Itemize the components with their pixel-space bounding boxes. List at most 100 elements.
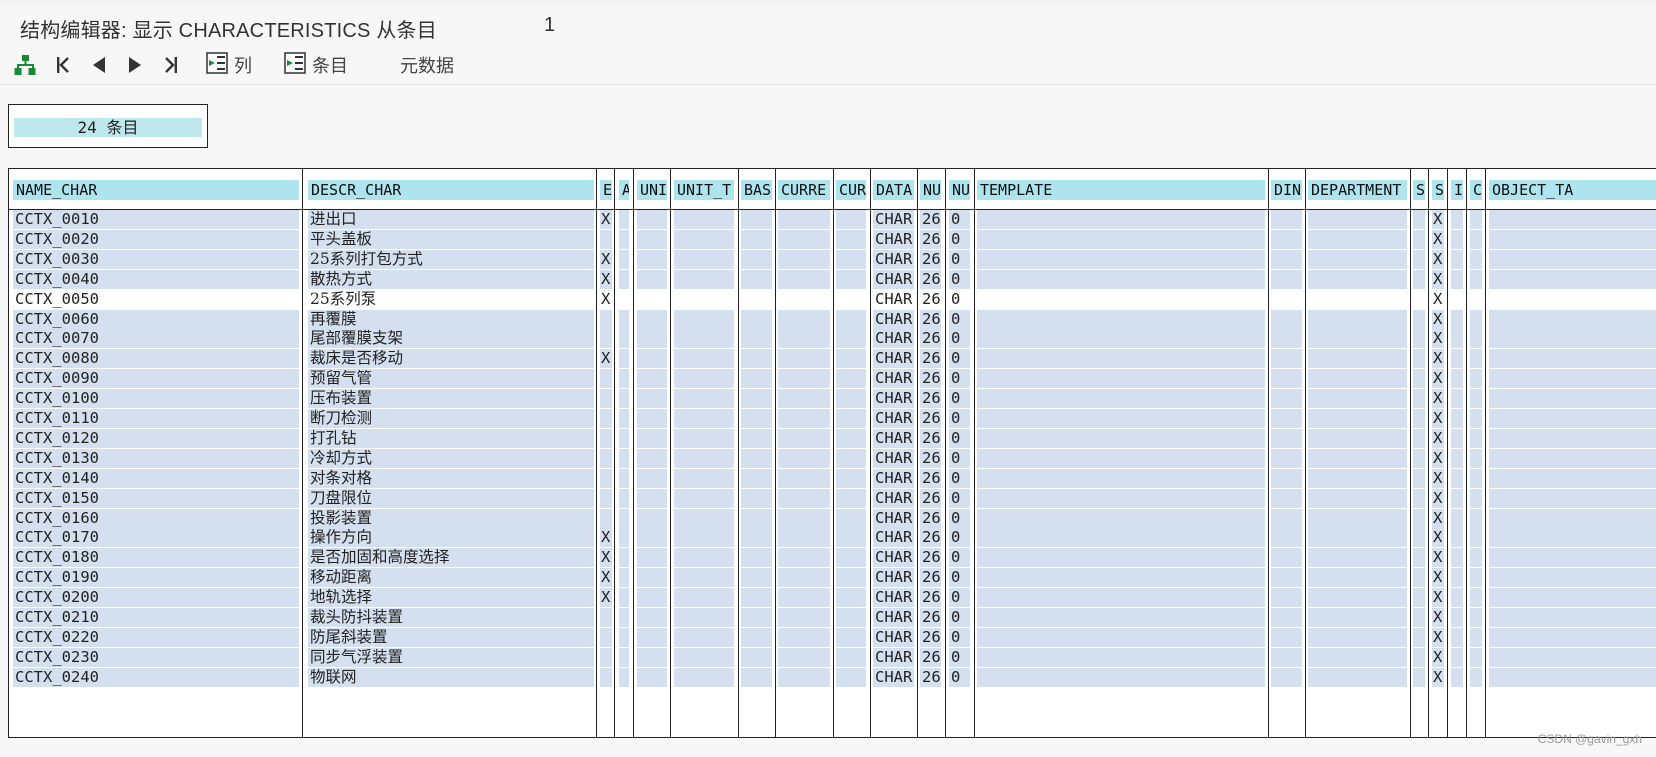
table-cell[interactable] bbox=[1470, 548, 1482, 568]
table-cell[interactable]: X bbox=[600, 249, 612, 269]
table-cell[interactable]: 26 bbox=[920, 349, 941, 369]
column-header[interactable]: TEMPLATE bbox=[977, 180, 1265, 200]
table-cell[interactable] bbox=[1489, 249, 1656, 269]
table-cell[interactable] bbox=[778, 269, 830, 289]
table-cell[interactable]: X bbox=[1432, 289, 1444, 309]
table-cell[interactable] bbox=[600, 468, 612, 488]
table-cell[interactable] bbox=[1271, 329, 1302, 349]
table-cell[interactable] bbox=[778, 667, 830, 687]
table-cell[interactable]: 0 bbox=[949, 428, 970, 448]
column-header[interactable]: S bbox=[1413, 180, 1425, 200]
table-cell[interactable] bbox=[1308, 309, 1407, 329]
table-cell[interactable] bbox=[836, 627, 866, 647]
table-cell[interactable] bbox=[836, 428, 866, 448]
table-cell[interactable]: X bbox=[1432, 428, 1444, 448]
table-cell[interactable] bbox=[1451, 508, 1463, 528]
table-cell[interactable] bbox=[836, 249, 866, 269]
table-cell[interactable]: 0 bbox=[949, 468, 970, 488]
table-cell[interactable] bbox=[1489, 647, 1656, 667]
table-cell[interactable] bbox=[1451, 249, 1463, 269]
table-cell[interactable] bbox=[619, 249, 629, 269]
table-cell[interactable] bbox=[836, 568, 866, 588]
table-cell[interactable]: X bbox=[600, 528, 612, 548]
table-cell[interactable] bbox=[1470, 389, 1482, 409]
table-cell[interactable]: CCTX_0020 bbox=[13, 229, 299, 249]
table-cell[interactable]: X bbox=[1432, 588, 1444, 608]
table-cell[interactable] bbox=[1271, 249, 1302, 269]
table-cell[interactable] bbox=[836, 528, 866, 548]
table-cell[interactable] bbox=[1271, 548, 1302, 568]
table-cell[interactable] bbox=[741, 428, 772, 448]
table-cell[interactable]: 压布装置 bbox=[308, 389, 594, 409]
table-cell[interactable] bbox=[1308, 508, 1407, 528]
table-cell[interactable] bbox=[741, 289, 772, 309]
table-cell[interactable]: 26 bbox=[920, 647, 941, 667]
table-cell[interactable] bbox=[1451, 409, 1463, 428]
table-cell[interactable] bbox=[977, 468, 1265, 488]
table-cell[interactable] bbox=[600, 508, 612, 528]
table-cell[interactable]: 0 bbox=[949, 488, 970, 508]
table-cell[interactable] bbox=[1271, 289, 1302, 309]
table-cell[interactable]: X bbox=[1432, 229, 1444, 249]
table-cell[interactable] bbox=[778, 309, 830, 329]
table-cell[interactable] bbox=[977, 627, 1265, 647]
table-cell[interactable] bbox=[1470, 349, 1482, 369]
table-cell[interactable] bbox=[836, 667, 866, 687]
table-cell[interactable]: 26 bbox=[920, 269, 941, 289]
table-cell[interactable] bbox=[1413, 667, 1425, 687]
table-cell[interactable]: 0 bbox=[949, 249, 970, 269]
table-cell[interactable]: 0 bbox=[949, 647, 970, 667]
column-header[interactable]: UNIT_T bbox=[674, 180, 734, 200]
table-cell[interactable] bbox=[836, 389, 866, 409]
table-cell[interactable] bbox=[778, 488, 830, 508]
table-cell[interactable] bbox=[619, 329, 629, 349]
table-cell[interactable] bbox=[1451, 568, 1463, 588]
table-cell[interactable] bbox=[977, 210, 1265, 229]
table-row[interactable]: CCTX_0220 防尾斜装置 CHAR 26 0 X bbox=[0, 627, 1656, 648]
table-cell[interactable]: CCTX_0170 bbox=[13, 528, 299, 548]
table-cell[interactable] bbox=[778, 369, 830, 389]
column-header[interactable]: C bbox=[1470, 180, 1482, 200]
table-cell[interactable]: 断刀检测 bbox=[308, 409, 594, 428]
table-cell[interactable] bbox=[1470, 229, 1482, 249]
table-cell[interactable] bbox=[619, 588, 629, 608]
table-cell[interactable] bbox=[674, 647, 734, 667]
table-cell[interactable] bbox=[619, 309, 629, 329]
table-cell[interactable] bbox=[778, 289, 830, 309]
table-row[interactable]: CCTX_0130 冷却方式 CHAR 26 0 X bbox=[0, 448, 1656, 469]
table-cell[interactable] bbox=[1271, 508, 1302, 528]
table-cell[interactable]: 尾部覆膜支架 bbox=[308, 329, 594, 349]
table-cell[interactable]: 投影装置 bbox=[308, 508, 594, 528]
table-cell[interactable] bbox=[977, 269, 1265, 289]
table-row[interactable]: CCTX_0210 裁头防抖装置 CHAR 26 0 X bbox=[0, 607, 1656, 628]
table-cell[interactable] bbox=[1470, 329, 1482, 349]
table-cell[interactable] bbox=[1451, 588, 1463, 608]
table-cell[interactable] bbox=[1470, 627, 1482, 647]
table-cell[interactable] bbox=[674, 229, 734, 249]
table-cell[interactable]: 0 bbox=[949, 389, 970, 409]
table-cell[interactable] bbox=[1451, 528, 1463, 548]
table-cell[interactable] bbox=[674, 329, 734, 349]
table-cell[interactable] bbox=[674, 488, 734, 508]
table-cell[interactable] bbox=[836, 210, 866, 229]
table-cell[interactable] bbox=[778, 210, 830, 229]
table-cell[interactable]: X bbox=[1432, 249, 1444, 269]
table-cell[interactable] bbox=[637, 409, 667, 428]
table-cell[interactable]: X bbox=[1432, 309, 1444, 329]
column-header[interactable]: NAME_CHAR bbox=[13, 180, 299, 200]
table-row[interactable]: CCTX_0060 再覆膜 CHAR 26 0 X bbox=[0, 309, 1656, 330]
table-cell[interactable]: 0 bbox=[949, 329, 970, 349]
table-cell[interactable] bbox=[1470, 647, 1482, 667]
table-cell[interactable] bbox=[619, 389, 629, 409]
table-cell[interactable]: 操作方向 bbox=[308, 528, 594, 548]
table-cell[interactable] bbox=[1413, 468, 1425, 488]
table-cell[interactable] bbox=[778, 409, 830, 428]
table-cell[interactable] bbox=[1489, 568, 1656, 588]
table-cell[interactable] bbox=[1451, 667, 1463, 687]
table-cell[interactable] bbox=[1451, 389, 1463, 409]
table-cell[interactable]: CHAR bbox=[873, 608, 914, 627]
table-cell[interactable]: CCTX_0240 bbox=[13, 667, 299, 687]
table-cell[interactable] bbox=[977, 389, 1265, 409]
table-cell[interactable] bbox=[1271, 528, 1302, 548]
table-cell[interactable] bbox=[619, 448, 629, 468]
